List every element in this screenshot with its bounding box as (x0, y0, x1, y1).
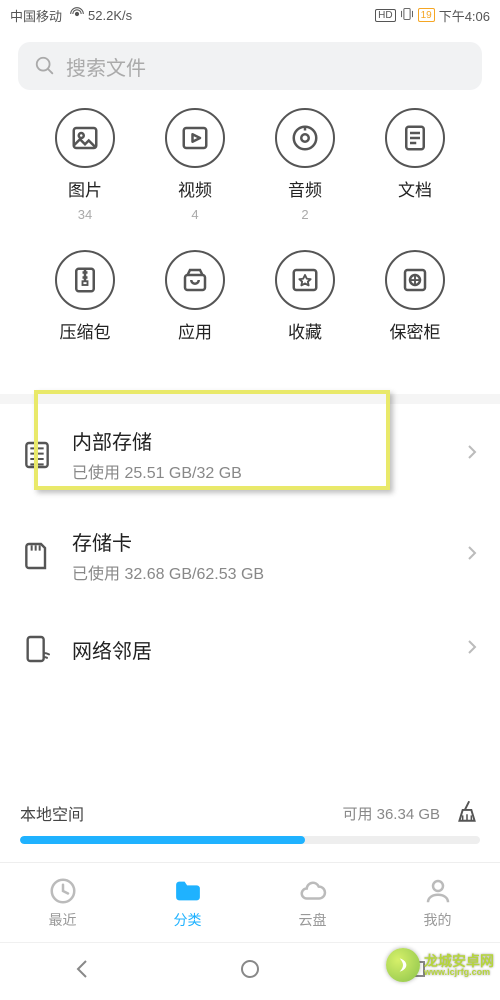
chevron-right-icon (464, 444, 480, 465)
search-icon (34, 55, 56, 77)
category-label: 图片 (68, 176, 102, 201)
space-progress-track (20, 836, 480, 844)
clock: 下午4:06 (439, 6, 490, 25)
cleanup-button[interactable] (454, 798, 480, 828)
tab-label: 我的 (424, 910, 452, 930)
person-icon (423, 876, 453, 906)
row-sdcard[interactable]: 存储卡 已使用 32.68 GB/62.53 GB (0, 505, 500, 606)
clock-icon (48, 876, 78, 906)
category-label: 音频 (288, 176, 322, 201)
available-space: 可用 36.34 GB (342, 803, 440, 824)
category-grid: 图片 34 视频 4 音频 2 文档 压缩包 应用 收藏 保密柜 (0, 108, 500, 394)
hd-badge: HD (375, 9, 395, 22)
safe-icon (400, 265, 430, 295)
cloud-icon (298, 876, 328, 906)
watermark-name: 龙城安卓网 (424, 954, 494, 968)
row-subtitle: 已使用 32.68 GB/62.53 GB (72, 560, 446, 584)
chevron-right-icon (464, 545, 480, 566)
category-docs[interactable]: 文档 (360, 108, 470, 222)
category-pictures[interactable]: 图片 34 (30, 108, 140, 222)
vibrate-icon (400, 7, 414, 24)
tab-label: 分类 (174, 910, 202, 930)
space-progress-fill (20, 836, 305, 844)
video-icon (180, 123, 210, 153)
watermark-url: www.lcjrfg.com (424, 968, 494, 977)
image-icon (70, 123, 100, 153)
net-speed: 52.2K/s (88, 8, 132, 23)
category-safe[interactable]: 保密柜 (360, 250, 470, 364)
nav-home[interactable] (238, 957, 262, 986)
network-icon (20, 632, 54, 666)
local-space-label: 本地空间 (20, 801, 84, 825)
search-placeholder: 搜索文件 (66, 52, 146, 81)
audio-icon (290, 123, 320, 153)
category-label: 保密柜 (390, 318, 441, 343)
tab-category[interactable]: 分类 (125, 863, 250, 942)
watermark: 龙城安卓网 www.lcjrfg.com (386, 948, 494, 982)
carrier-label: 中国移动 (10, 6, 62, 25)
row-title: 存储卡 (72, 527, 446, 556)
nav-back[interactable] (71, 957, 95, 986)
app-icon (180, 265, 210, 295)
watermark-logo-icon (386, 948, 420, 982)
row-network-neighborhood[interactable]: 网络邻居 (0, 606, 500, 692)
chevron-right-icon (464, 639, 480, 660)
category-label: 应用 (178, 318, 212, 343)
section-divider (0, 394, 500, 404)
category-label: 压缩包 (60, 318, 111, 343)
internal-storage-icon (20, 438, 54, 472)
battery-badge: 19 (418, 8, 435, 22)
local-space-section: 本地空间 可用 36.34 GB (0, 798, 500, 856)
document-icon (400, 123, 430, 153)
tab-label: 云盘 (299, 910, 327, 930)
row-internal-storage[interactable]: 内部存储 已使用 25.51 GB/32 GB (0, 404, 500, 505)
category-videos[interactable]: 视频 4 (140, 108, 250, 222)
tab-recent[interactable]: 最近 (0, 863, 125, 942)
row-title: 网络邻居 (72, 635, 446, 664)
row-subtitle: 已使用 25.51 GB/32 GB (72, 459, 446, 483)
category-count: 34 (78, 207, 92, 222)
search-input[interactable]: 搜索文件 (18, 42, 482, 90)
category-label: 文档 (398, 176, 432, 201)
category-count: 2 (301, 207, 308, 222)
category-audio[interactable]: 音频 2 (250, 108, 360, 222)
status-bar: 中国移动 52.2K/s HD 19 下午4:06 (0, 0, 500, 30)
tab-mine[interactable]: 我的 (375, 863, 500, 942)
category-label: 收藏 (288, 318, 322, 343)
category-apps[interactable]: 应用 (140, 250, 250, 364)
bottom-tab-bar: 最近 分类 云盘 我的 (0, 862, 500, 942)
sdcard-icon (20, 539, 54, 573)
folder-icon (173, 876, 203, 906)
archive-icon (70, 265, 100, 295)
category-label: 视频 (178, 176, 212, 201)
category-count: 4 (191, 207, 198, 222)
star-icon (290, 265, 320, 295)
hotspot-icon (70, 7, 84, 24)
row-title: 内部存储 (72, 426, 446, 455)
category-favorites[interactable]: 收藏 (250, 250, 360, 364)
tab-cloud[interactable]: 云盘 (250, 863, 375, 942)
tab-label: 最近 (49, 910, 77, 930)
category-archives[interactable]: 压缩包 (30, 250, 140, 364)
